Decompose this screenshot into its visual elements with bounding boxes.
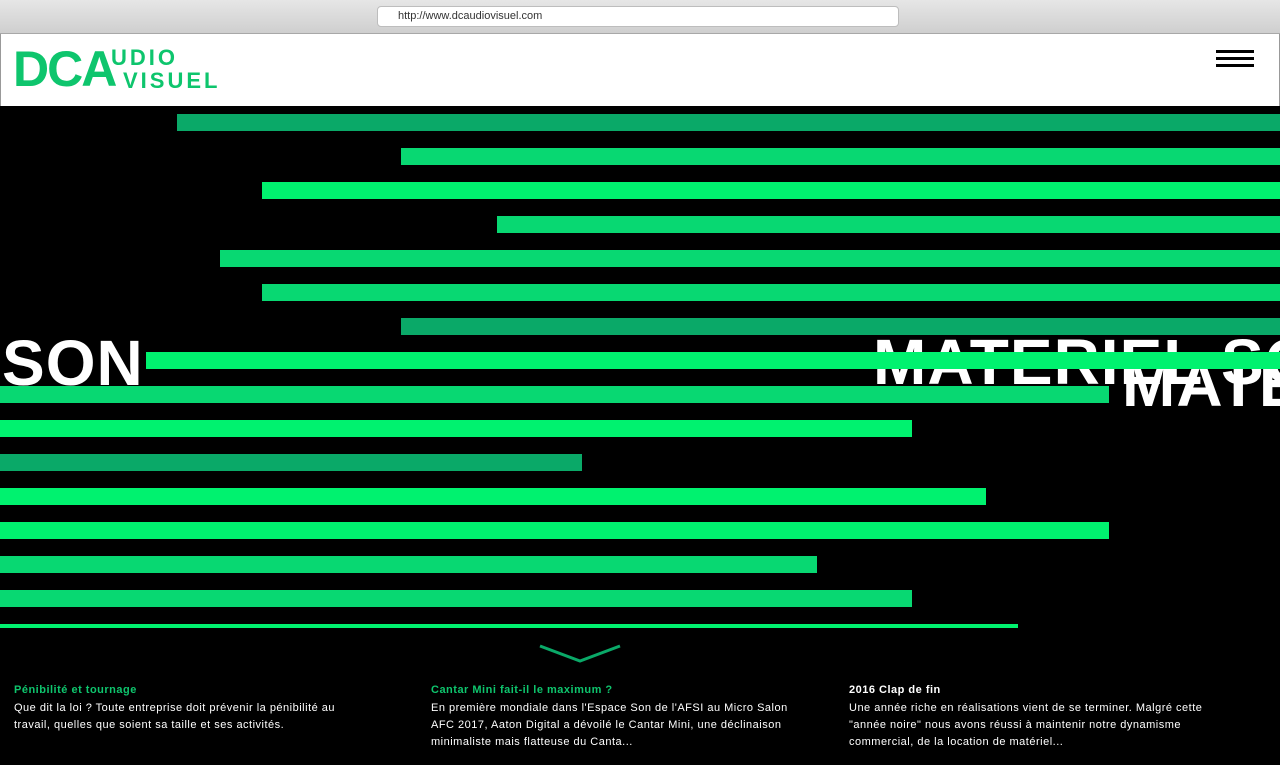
hero-bar bbox=[0, 522, 1109, 539]
news-title[interactable]: 2016 Clap de fin bbox=[849, 683, 1209, 698]
hero-banner: SON MATERIEL SON MATERIEL bbox=[0, 106, 1280, 644]
logo-visuel: VISUEL bbox=[123, 68, 221, 93]
news-excerpt: En première mondiale dans l'Espace Son d… bbox=[431, 702, 788, 748]
hamburger-line bbox=[1216, 50, 1254, 53]
hero-bar bbox=[401, 318, 1280, 335]
hero-bar bbox=[0, 556, 817, 573]
hero-bar bbox=[401, 148, 1280, 165]
news-item-1[interactable]: Pénibilité et tournage Que dit la loi ? … bbox=[14, 683, 374, 734]
hero-bar bbox=[262, 284, 1280, 301]
hero-bar bbox=[146, 352, 1280, 369]
hero-bar bbox=[0, 590, 912, 607]
address-bar[interactable]: http://www.dcaudiovisuel.com bbox=[377, 6, 899, 27]
browser-chrome: http://www.dcaudiovisuel.com bbox=[0, 0, 1280, 34]
news-item-2[interactable]: Cantar Mini fait-il le maximum ? En prem… bbox=[431, 683, 791, 751]
logo-udio: UDIO bbox=[111, 45, 178, 70]
site-header: DCA UDIO VISUEL bbox=[0, 34, 1280, 106]
logo-dca: DCA bbox=[13, 41, 117, 97]
hamburger-menu-icon[interactable] bbox=[1216, 50, 1256, 68]
news-excerpt: Que dit la loi ? Toute entreprise doit p… bbox=[14, 702, 336, 731]
hamburger-line bbox=[1216, 57, 1254, 60]
site-logo[interactable]: DCA UDIO VISUEL bbox=[13, 41, 233, 97]
news-excerpt: Une année riche en réalisations vient de… bbox=[849, 702, 1203, 748]
hero-bar bbox=[0, 488, 986, 505]
hero-bar bbox=[0, 454, 582, 471]
hero-bar bbox=[497, 216, 1280, 233]
news-item-3[interactable]: 2016 Clap de fin Une année riche en réal… bbox=[849, 683, 1209, 751]
chevron-down-icon[interactable] bbox=[538, 643, 622, 665]
news-title[interactable]: Cantar Mini fait-il le maximum ? bbox=[431, 683, 791, 698]
hero-bar bbox=[177, 114, 1280, 131]
hero-bar bbox=[0, 386, 1109, 403]
hero-bar bbox=[0, 420, 912, 437]
hero-bar bbox=[0, 624, 1018, 628]
hero-bar bbox=[262, 182, 1280, 199]
hamburger-line bbox=[1216, 64, 1254, 67]
news-title[interactable]: Pénibilité et tournage bbox=[14, 683, 374, 698]
hero-bar bbox=[220, 250, 1280, 267]
